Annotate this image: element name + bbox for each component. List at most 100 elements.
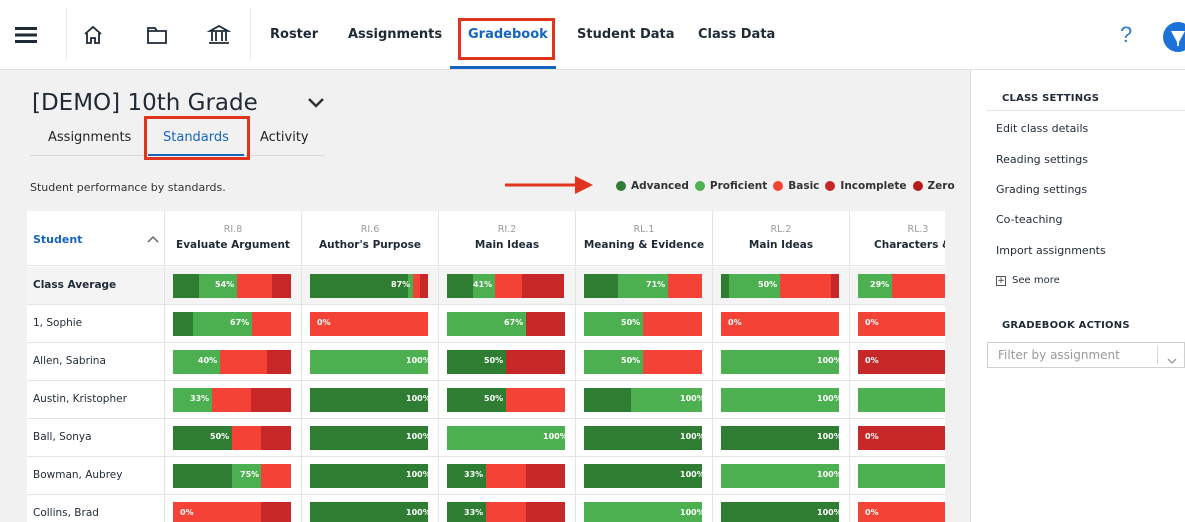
tab-assignments[interactable]: Assignments (48, 130, 131, 145)
student-name: Class Average (27, 267, 165, 305)
standard-score-cell[interactable]: 54% (165, 267, 302, 305)
standard-score-cell[interactable]: 100% (302, 495, 439, 522)
standard-score-cell[interactable]: 50% (165, 419, 302, 457)
standard-score-cell[interactable]: 33% (165, 381, 302, 419)
filter-by-assignment-select[interactable]: Filter by assignment (987, 342, 1185, 368)
score-bar (173, 426, 291, 450)
grading-settings-link[interactable]: Grading settings (996, 183, 1087, 196)
standard-score-cell[interactable]: 67% (439, 305, 576, 343)
menu-icon[interactable] (13, 22, 39, 48)
standard-score-cell[interactable]: 100% (576, 495, 713, 522)
standard-column-header[interactable]: RI.6 Author's Purpose (302, 211, 439, 266)
standard-score-cell[interactable]: 0% (713, 305, 850, 343)
standard-name: Characters & F (874, 239, 945, 251)
standard-column-header[interactable]: RL.2 Main Ideas (713, 211, 850, 266)
nav-assignments[interactable]: Assignments (348, 27, 442, 42)
nav-roster[interactable]: Roster (270, 27, 318, 42)
standard-score-cell[interactable]: 0% (165, 495, 302, 522)
standard-score-cell[interactable]: 100% (439, 419, 576, 457)
score-bar-segment-inc (420, 274, 428, 298)
score-percent-label: 50% (758, 280, 778, 289)
student-row: Ball, Sonya 50% 100% 100% 100% 100% 0% (27, 419, 945, 457)
standard-score-cell[interactable]: 0% (850, 305, 945, 343)
score-bar (584, 312, 702, 336)
student-name[interactable]: 1, Sophie (27, 305, 165, 343)
sort-caret-icon[interactable] (147, 229, 159, 248)
standard-score-cell[interactable]: 100% (713, 419, 850, 457)
standard-score-cell[interactable]: 100% (302, 381, 439, 419)
standard-column-header[interactable]: RL.3 Characters & F (850, 211, 945, 266)
standard-name: Main Ideas (474, 239, 540, 251)
standard-score-cell[interactable]: 50% (576, 343, 713, 381)
standard-score-cell[interactable]: 50% (713, 267, 850, 305)
standard-score-cell[interactable]: 100% (713, 457, 850, 495)
student-column-header[interactable]: Student (27, 211, 165, 266)
standard-score-cell[interactable]: 50% (439, 343, 576, 381)
standard-score-cell[interactable]: 40% (165, 343, 302, 381)
student-name[interactable]: Collins, Brad (27, 495, 165, 522)
student-name[interactable]: Ball, Sonya (27, 419, 165, 457)
standard-column-header[interactable]: RL.1 Meaning & Evidence (576, 211, 713, 266)
standard-score-cell[interactable]: 100% (713, 343, 850, 381)
nav-class-data[interactable]: Class Data (698, 27, 775, 42)
nav-student-data[interactable]: Student Data (577, 27, 675, 42)
folder-icon[interactable] (144, 22, 170, 48)
score-percent-label: 100% (406, 432, 431, 441)
standard-score-cell[interactable]: 71% (576, 267, 713, 305)
score-bar-segment-adv (173, 464, 232, 488)
score-percent-label: 100% (817, 470, 842, 479)
library-icon[interactable] (206, 22, 232, 48)
standard-score-cell[interactable]: 100% (576, 419, 713, 457)
reading-settings-link[interactable]: Reading settings (996, 153, 1088, 166)
chevron-down-icon[interactable] (307, 96, 325, 114)
standard-score-cell[interactable]: 100% (576, 457, 713, 495)
active-tab-indicator (450, 66, 556, 69)
standard-score-cell[interactable]: 50% (439, 381, 576, 419)
standard-column-header[interactable]: RI.8 Evaluate Argument (165, 211, 302, 266)
score-percent-label: 100% (680, 432, 705, 441)
standard-score-cell[interactable]: 75% (165, 457, 302, 495)
standard-score-cell[interactable]: 29% (850, 267, 945, 305)
standard-column-header[interactable]: RI.2 Main Ideas (439, 211, 576, 266)
score-percent-label: 0% (865, 508, 879, 517)
standard-score-cell[interactable]: 87% (302, 267, 439, 305)
standard-score-cell[interactable] (850, 381, 945, 419)
standard-score-cell[interactable]: 100% (713, 495, 850, 522)
standard-score-cell[interactable]: 0% (850, 495, 945, 522)
standard-code: RI.6 (360, 224, 380, 235)
chevron-down-icon[interactable] (1167, 352, 1177, 370)
plus-icon: + (996, 275, 1006, 286)
standard-name: Main Ideas (748, 239, 814, 251)
standard-score-cell[interactable]: 100% (302, 343, 439, 381)
standard-score-cell[interactable]: 41% (439, 267, 576, 305)
student-name[interactable]: Austin, Kristopher (27, 381, 165, 419)
student-row: Bowman, Aubrey 75% 100% 33% 100% 100% (27, 457, 945, 495)
score-percent-label: 71% (646, 280, 666, 289)
standard-score-cell[interactable]: 100% (576, 381, 713, 419)
student-name[interactable]: Bowman, Aubrey (27, 457, 165, 495)
score-percent-label: 54% (215, 280, 235, 289)
standard-score-cell[interactable]: 0% (302, 305, 439, 343)
standard-score-cell[interactable]: 100% (302, 457, 439, 495)
standard-score-cell[interactable] (850, 457, 945, 495)
help-icon[interactable]: ? (1120, 22, 1132, 48)
standard-score-cell[interactable]: 50% (576, 305, 713, 343)
see-more-link[interactable]: + See more (996, 275, 1060, 286)
standard-score-cell[interactable]: 33% (439, 457, 576, 495)
standard-score-cell[interactable]: 100% (713, 381, 850, 419)
home-icon[interactable] (80, 22, 106, 48)
student-name[interactable]: Allen, Sabrina (27, 343, 165, 381)
score-percent-label: 0% (865, 432, 879, 441)
score-bar-segment-bas (643, 350, 702, 374)
standard-score-cell[interactable]: 100% (302, 419, 439, 457)
standard-score-cell[interactable]: 0% (850, 343, 945, 381)
standard-score-cell[interactable]: 67% (165, 305, 302, 343)
standard-score-cell[interactable]: 0% (850, 419, 945, 457)
import-assignments-link[interactable]: Import assignments (996, 244, 1106, 257)
co-teaching-link[interactable]: Co-teaching (996, 213, 1062, 226)
standard-score-cell[interactable]: 33% (439, 495, 576, 522)
app-logo-icon[interactable] (1163, 22, 1185, 52)
edit-class-details-link[interactable]: Edit class details (996, 122, 1088, 135)
tab-activity[interactable]: Activity (260, 130, 309, 145)
right-sidebar (970, 70, 1185, 522)
